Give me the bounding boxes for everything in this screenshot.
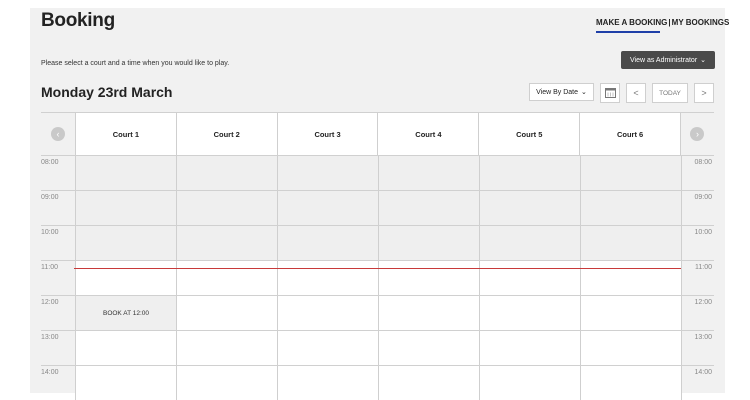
book-slot-court1-1200[interactable]: BOOK AT 12:00	[75, 296, 176, 330]
slot-court2-0800	[176, 156, 277, 190]
slot-court5-1400[interactable]	[479, 366, 580, 400]
slot-court1-0800	[75, 156, 176, 190]
court-header-1: Court 1	[74, 113, 176, 155]
time-label: 10:00	[41, 229, 59, 236]
current-time-line	[74, 268, 681, 269]
next-courts-icon[interactable]: ›	[690, 127, 705, 141]
slot-court2-1300[interactable]	[176, 331, 277, 365]
time-label: 08:00	[41, 159, 59, 166]
slot-court2-1000	[176, 226, 277, 260]
time-label-right: 10:00	[681, 226, 714, 260]
page-title: Booking	[41, 10, 115, 31]
make-booking-link[interactable]: MAKE A BOOKING	[596, 18, 667, 27]
slot-court3-1100[interactable]	[277, 261, 378, 295]
time-label-right: 11:00	[681, 261, 714, 295]
time-row-1100: 11:00 11:00	[41, 260, 714, 295]
slot-court1-1100[interactable]	[75, 261, 176, 295]
slot-court3-1000	[277, 226, 378, 260]
slot-court4-1100[interactable]	[378, 261, 479, 295]
time-label: 13:00	[41, 334, 59, 341]
time-row-1000: 10:00 10:00	[41, 225, 714, 260]
time-label-right: 13:00	[681, 331, 714, 365]
prev-courts-icon[interactable]: ‹	[50, 127, 65, 141]
time-row-0800: 08:00 08:00	[41, 155, 714, 190]
time-label: 09:00	[41, 194, 59, 201]
slot-court6-1200[interactable]	[580, 296, 681, 330]
today-button[interactable]: TODAY	[652, 83, 688, 103]
slot-court6-1100[interactable]	[580, 261, 681, 295]
slot-court4-1400[interactable]	[378, 366, 479, 400]
slot-court3-0900	[277, 191, 378, 225]
time-row-1400: 14:00 14:00	[41, 365, 714, 400]
view-as-admin-button[interactable]: View as Administrator ⌄	[621, 51, 715, 69]
court-header-6: Court 6	[579, 113, 681, 155]
date-title: Monday 23rd March	[41, 84, 173, 100]
prev-courts-col: ‹	[41, 113, 75, 155]
slot-court2-1200[interactable]	[176, 296, 277, 330]
schedule-grid: ‹ Court 1 Court 2 Court 3 Court 4 Court …	[41, 112, 714, 400]
time-label: 11:00	[41, 264, 58, 271]
next-day-button[interactable]: >	[694, 83, 714, 103]
court-header-row: ‹ Court 1 Court 2 Court 3 Court 4 Court …	[41, 113, 714, 155]
slot-court6-1400[interactable]	[580, 366, 681, 400]
time-label-right: 08:00	[681, 156, 714, 190]
chevron-right-icon: >	[701, 88, 707, 98]
slot-court2-1400[interactable]	[176, 366, 277, 400]
view-as-admin-label: View as Administrator	[629, 56, 698, 64]
slot-court6-0800	[580, 156, 681, 190]
slot-court3-1400[interactable]	[277, 366, 378, 400]
top-nav: MAKE A BOOKING|MY BOOKINGS	[596, 18, 730, 33]
slot-court5-1100[interactable]	[479, 261, 580, 295]
slot-court4-0800	[378, 156, 479, 190]
time-label-right: 12:00	[681, 296, 714, 330]
court-header-3: Court 3	[276, 113, 378, 155]
chevron-left-icon: <	[633, 88, 639, 98]
time-label-right: 09:00	[681, 191, 714, 225]
previous-day-button[interactable]: <	[626, 83, 646, 103]
slot-court1-1000	[75, 226, 176, 260]
calendar-button[interactable]	[600, 83, 620, 103]
slot-court1-1300[interactable]	[75, 331, 176, 365]
court-header-4: Court 4	[377, 113, 479, 155]
nav-separator: |	[668, 18, 671, 27]
slot-court5-0900	[479, 191, 580, 225]
slot-court3-0800	[277, 156, 378, 190]
slot-court5-0800	[479, 156, 580, 190]
slot-court4-1300[interactable]	[378, 331, 479, 365]
time-label: 12:00	[41, 299, 59, 306]
view-by-select[interactable]: View By Date ⌄	[529, 83, 594, 101]
slot-court6-0900	[580, 191, 681, 225]
calendar-icon	[604, 87, 616, 100]
slot-court6-1000	[580, 226, 681, 260]
select-chevron-icon: ⌄	[581, 89, 587, 96]
slot-court5-1000	[479, 226, 580, 260]
time-row-1200: 12:00 BOOK AT 12:00 12:00	[41, 295, 714, 330]
slot-court5-1200[interactable]	[479, 296, 580, 330]
slot-court6-1300[interactable]	[580, 331, 681, 365]
slot-court2-0900	[176, 191, 277, 225]
slot-court5-1300[interactable]	[479, 331, 580, 365]
active-tab-underline	[596, 31, 660, 33]
slot-court4-1200[interactable]	[378, 296, 479, 330]
court-header-2: Court 2	[175, 113, 277, 155]
slot-court4-1000	[378, 226, 479, 260]
my-bookings-link[interactable]: MY BOOKINGS	[672, 18, 730, 27]
view-by-label: View By Date	[536, 88, 578, 96]
time-row-1300: 13:00 13:00	[41, 330, 714, 365]
next-courts-col: ›	[680, 113, 714, 155]
time-label-right: 14:00	[681, 366, 714, 400]
slot-court3-1300[interactable]	[277, 331, 378, 365]
slot-court2-1100[interactable]	[176, 261, 277, 295]
time-row-0900: 09:00 09:00	[41, 190, 714, 225]
time-rows: 08:00 08:00 09:00 09:00 10:00 10:00 11:0…	[41, 155, 714, 400]
time-label: 14:00	[41, 369, 59, 376]
intro-text: Please select a court and a time when yo…	[41, 60, 230, 67]
slot-court1-1400[interactable]	[75, 366, 176, 400]
chevron-down-icon: ⌄	[700, 57, 707, 64]
slot-court4-0900	[378, 191, 479, 225]
slot-court3-1200[interactable]	[277, 296, 378, 330]
slot-court1-0900	[75, 191, 176, 225]
court-header-5: Court 5	[478, 113, 580, 155]
